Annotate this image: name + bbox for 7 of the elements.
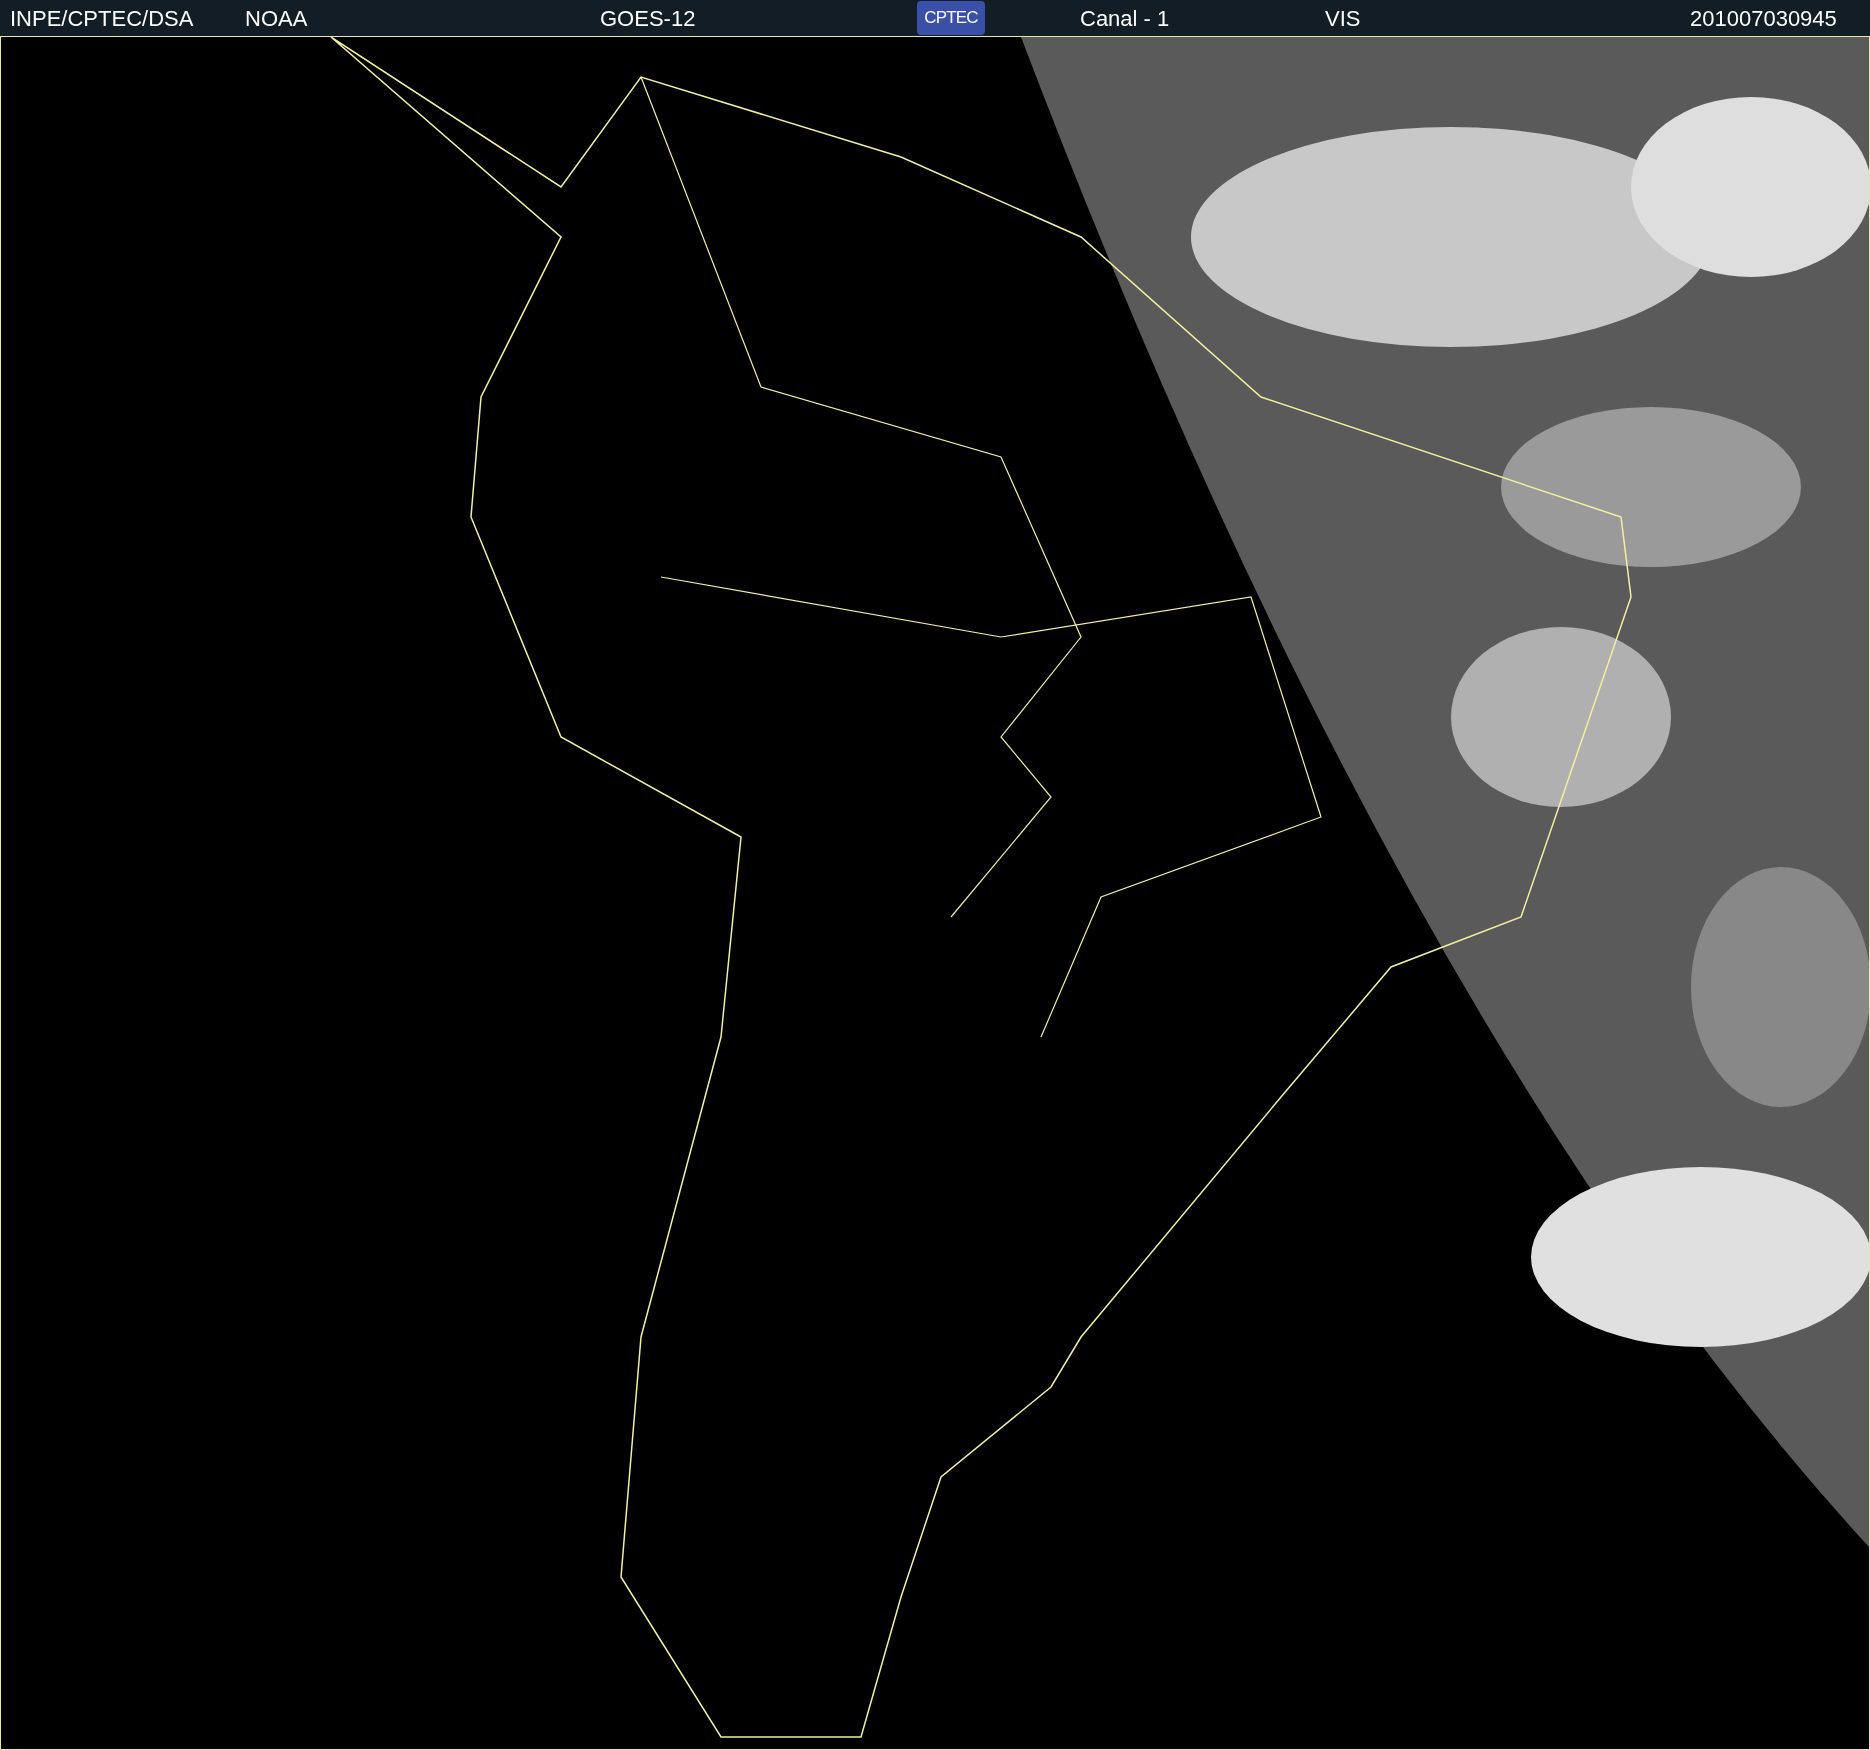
header-label: NOAA	[245, 4, 308, 33]
header-label: INPE/CPTEC/DSA	[10, 4, 194, 33]
header-label: VIS	[1325, 4, 1361, 33]
header-label: GOES-12	[600, 4, 696, 33]
header-label: 201007030945	[1690, 4, 1837, 33]
header-label: Canal - 1	[1080, 4, 1170, 33]
logo: CPTEC	[917, 1, 985, 35]
